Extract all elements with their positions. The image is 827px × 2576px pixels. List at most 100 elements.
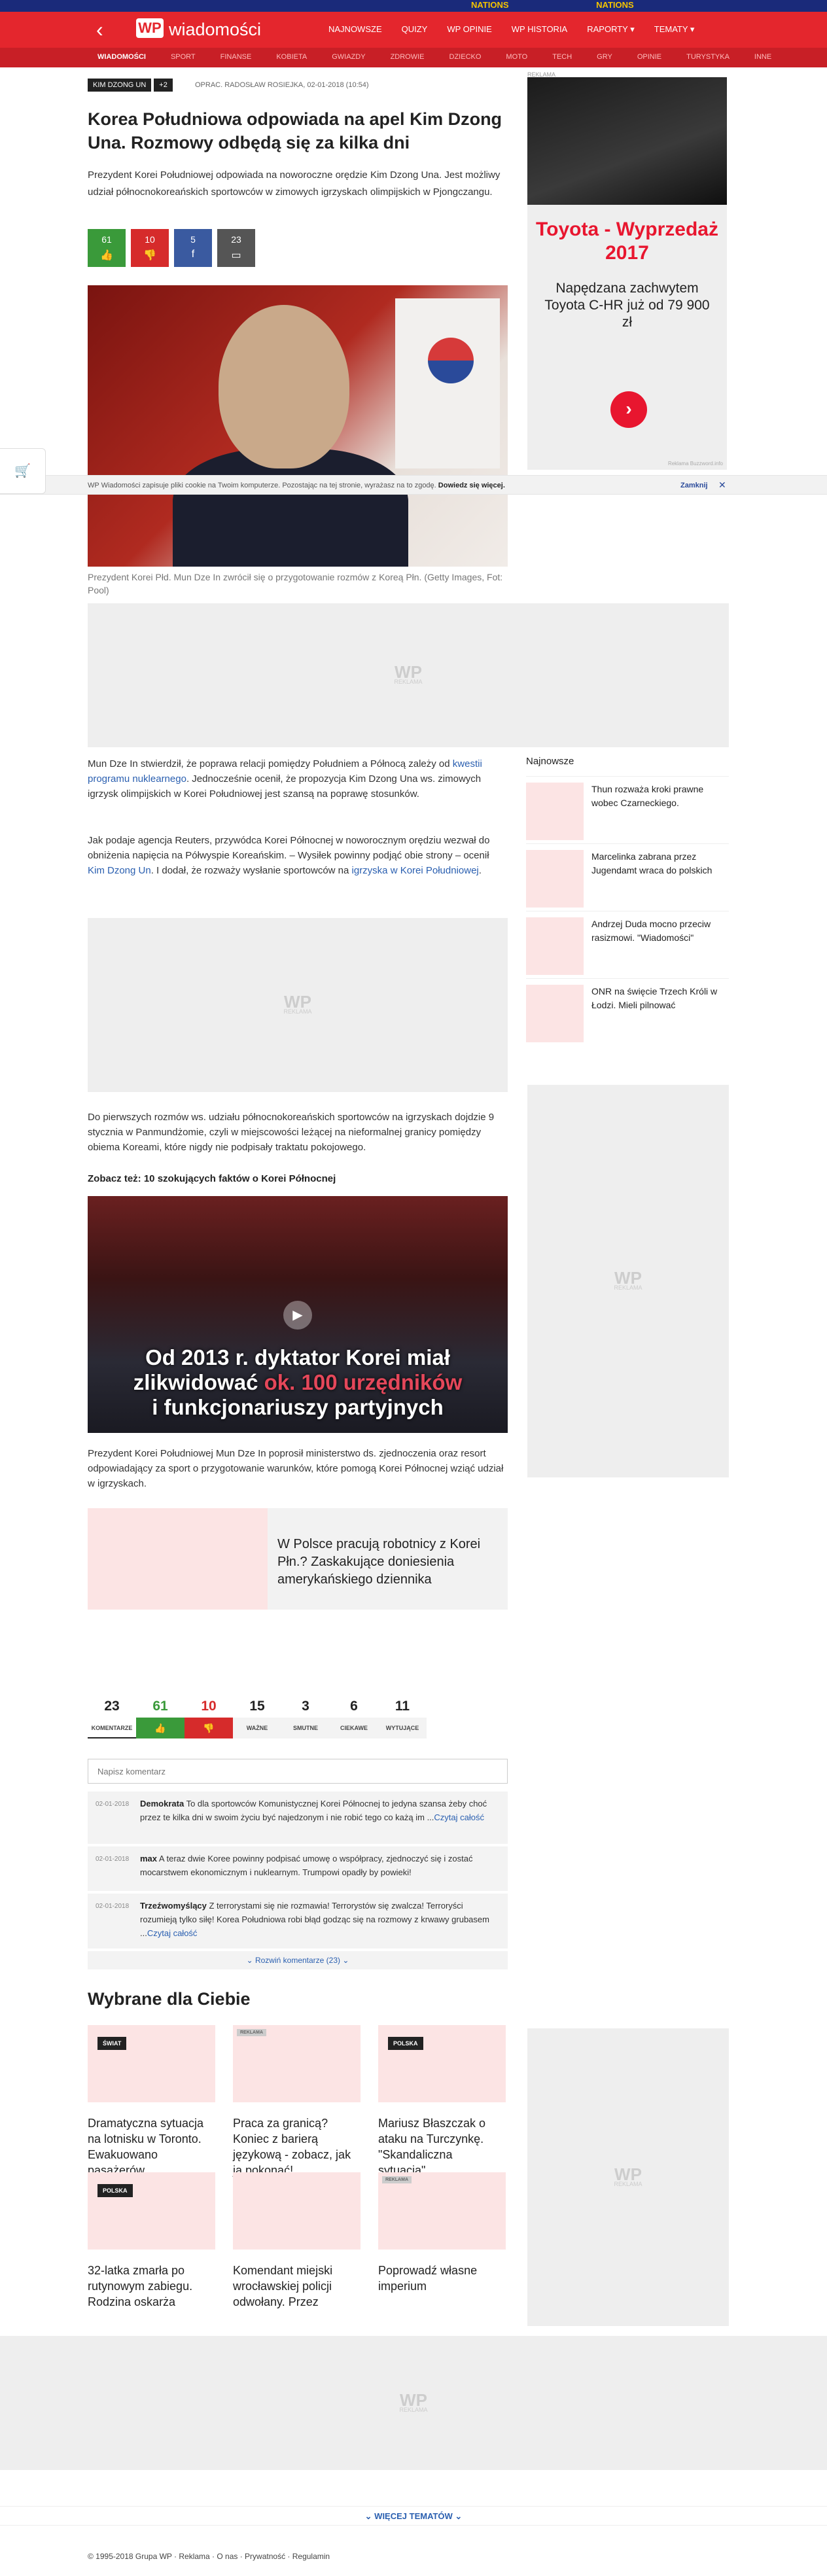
- latest-heading: Najnowsze: [526, 756, 574, 767]
- ad-placeholder[interactable]: WP REKLAMA: [88, 603, 729, 747]
- subnav-wiadomosci[interactable]: WIADOMOŚCI: [97, 53, 146, 61]
- subnav-sport[interactable]: SPORT: [171, 53, 196, 61]
- comment-author[interactable]: Trzeźwomyślący: [140, 1901, 207, 1911]
- recommended-card[interactable]: POLSKA Mariusz Błaszczak o ataku na Turcz…: [378, 2025, 506, 2178]
- like-button[interactable]: 61 👍: [88, 229, 126, 267]
- comment-item: 02-01-2018 Demokrata To dla sportowców K…: [88, 1791, 508, 1844]
- more-topics-button[interactable]: ⌄ WIĘCEJ TEMATÓW ⌄: [0, 2506, 827, 2526]
- stat-value: 3: [302, 1699, 309, 1714]
- share-count: 5: [190, 234, 196, 245]
- brand-name[interactable]: wiadomości: [169, 20, 261, 40]
- flag-graphic: [395, 298, 500, 468]
- reaction-wytujace[interactable]: 11 WYTUJĄCE: [378, 1698, 427, 1738]
- recommended-card[interactable]: REKLAMA Poprowadź własne imperium: [378, 2172, 506, 2294]
- cart-icon[interactable]: 🛒: [0, 448, 46, 494]
- ad-placeholder[interactable]: WP REKLAMA: [0, 2336, 827, 2470]
- link-kim-dzong-un[interactable]: Kim Dzong Un: [88, 865, 151, 876]
- article-thumbnail: ŚWIAT: [88, 2025, 215, 2102]
- nav-tematy[interactable]: TEMATY ▾: [654, 24, 695, 35]
- list-item[interactable]: Thun rozważa kroki prawne wobec Czarneck…: [526, 776, 729, 843]
- reaction-like[interactable]: 61 👍: [136, 1698, 185, 1738]
- wp-logo[interactable]: WP: [136, 18, 164, 38]
- ad-badge: REKLAMA: [382, 2176, 412, 2183]
- subnav-tech[interactable]: TECH: [552, 53, 572, 61]
- list-item[interactable]: Andrzej Duda mocno przeciw rasizmowi. "W…: [526, 911, 729, 978]
- article-meta: OPRAC. RADOSŁAW ROSIEJKA, 02-01-2018 (10…: [195, 81, 369, 89]
- related-article-card[interactable]: W Polsce pracują robotnicy z Korei Płn.?…: [88, 1508, 508, 1610]
- gallery-caption-highlight: ok. 100 urzędników: [264, 1370, 463, 1394]
- recommended-card[interactable]: POLSKA 32-latka zmarła po rutynowym zabie…: [88, 2172, 215, 2310]
- back-icon[interactable]: ‹: [96, 18, 103, 41]
- gallery-teaser[interactable]: ▶ Od 2013 r. dyktator Korei miał zlikwid…: [88, 1196, 508, 1433]
- stat-label: WAŻNE: [233, 1718, 281, 1738]
- stat-value: 61: [152, 1699, 168, 1714]
- subnav-zdrowie[interactable]: ZDROWIE: [391, 53, 425, 61]
- reaction-smutne[interactable]: 3 SMUTNE: [281, 1698, 330, 1738]
- list-item[interactable]: Marcelinka zabrana przez Jugendamt wraca…: [526, 843, 729, 911]
- nav-wp-historia[interactable]: WP HISTORIA: [512, 24, 567, 35]
- tag-more[interactable]: +2: [154, 79, 173, 92]
- cookie-text: WP Wiadomości zapisuje pliki cookie na T…: [88, 482, 505, 489]
- recommended-card[interactable]: Komendant miejski wrocławskiej policji o…: [233, 2172, 361, 2310]
- section-heading: Wybrane dla Ciebie: [88, 1989, 251, 2009]
- tab-comments[interactable]: 23 KOMENTARZE: [88, 1698, 136, 1738]
- read-more-link[interactable]: Czytaj całość: [147, 1928, 198, 1938]
- comment-author[interactable]: Demokrata: [140, 1799, 184, 1808]
- thumbs-up-icon: 👍: [100, 250, 113, 261]
- link-olympics[interactable]: igrzyska w Korei Południowej: [352, 865, 479, 876]
- tag-kim-dzong-un[interactable]: KIM DZONG UN: [88, 79, 152, 92]
- subnav-gry[interactable]: GRY: [597, 53, 612, 61]
- subnav-turystyka[interactable]: TURYSTYKA: [686, 53, 730, 61]
- nav-wp-opinie[interactable]: WP OPINIE: [447, 24, 491, 35]
- reaction-ciekawe[interactable]: 6 CIEKAWE: [330, 1698, 378, 1738]
- car-interior-image: [527, 77, 727, 205]
- card-title: 32-latka zmarła po rutynowym zabiegu. Ro…: [88, 2264, 193, 2308]
- see-also-link[interactable]: Zobacz też: 10 szokujących faktów o Kore…: [88, 1171, 506, 1186]
- ad-placeholder[interactable]: WP REKLAMA: [527, 1085, 729, 1477]
- footer-links[interactable]: © 1995-2018 Grupa WP · Reklama · O nas ·…: [88, 2552, 330, 2561]
- card-title: Komendant miejski wrocławskiej policji o…: [233, 2264, 333, 2308]
- nav-quizy[interactable]: QUIZY: [402, 24, 428, 35]
- arrow-right-icon[interactable]: ›: [610, 391, 647, 428]
- ad-placeholder[interactable]: WP REKLAMA: [88, 918, 508, 1092]
- facebook-share-button[interactable]: 5f: [174, 229, 212, 267]
- paragraph-text: . I dodał, że rozważy wysłanie sportowcó…: [150, 865, 352, 876]
- play-icon[interactable]: ▶: [283, 1301, 312, 1330]
- comments-button[interactable]: 23 ▭: [217, 229, 255, 267]
- comment-author[interactable]: max: [140, 1854, 157, 1863]
- nav-najnowsze[interactable]: NAJNOWSZE: [328, 24, 382, 35]
- comment-input[interactable]: [88, 1759, 508, 1784]
- recommended-card[interactable]: REKLAMA Praca za granicą? Koniec z barier…: [233, 2025, 361, 2178]
- subnav-dziecko[interactable]: DZIECKO: [449, 53, 482, 61]
- list-item[interactable]: ONR na święcie Trzech Króli w Łodzi. Mie…: [526, 978, 729, 1046]
- expand-comments-button[interactable]: ⌄ Rozwiń komentarze (23) ⌄: [88, 1951, 508, 1969]
- ad-headline: Toyota - Wyprzedaż 2017: [536, 219, 718, 264]
- stat-label: WYTUJĄCE: [378, 1718, 427, 1738]
- subnav-inne[interactable]: INNE: [754, 53, 771, 61]
- subnav-moto[interactable]: MOTO: [506, 53, 527, 61]
- dislike-button[interactable]: 10 👎: [131, 229, 169, 267]
- cookie-close-button[interactable]: Zamknij: [680, 482, 708, 489]
- read-more-link[interactable]: Czytaj całość: [434, 1812, 484, 1822]
- subnav-opinie[interactable]: OPINIE: [637, 53, 661, 61]
- ad-placeholder[interactable]: WP REKLAMA: [527, 2028, 729, 2326]
- comment-item: 02-01-2018 Trzeźwomyślący Z terrorystami…: [88, 1894, 508, 1949]
- recommended-card[interactable]: ŚWIAT Dramatyczna sytuacja na lotnisku w …: [88, 2025, 215, 2178]
- stat-value: 23: [104, 1699, 120, 1714]
- article-thumbnail: [526, 917, 584, 975]
- subnav-finanse[interactable]: FINANSE: [220, 53, 252, 61]
- nav-raporty[interactable]: RAPORTY ▾: [587, 24, 635, 35]
- dislike-count: 10: [145, 234, 155, 245]
- comment-text: A teraz dwie Koree powinny podpisać umow…: [140, 1854, 473, 1877]
- reaction-wazne[interactable]: 15 WAŻNE: [233, 1698, 281, 1738]
- paragraph-text: .: [478, 865, 482, 876]
- paragraph: Jak podaje agencja Reuters, przywódca Ko…: [88, 833, 506, 878]
- cookie-learn-more[interactable]: Dowiedz się więcej.: [438, 482, 505, 489]
- subnav-kobieta[interactable]: KOBIETA: [276, 53, 307, 61]
- article-thumbnail: [526, 783, 584, 840]
- subnav-gwiazdy[interactable]: GWIAZDY: [332, 53, 365, 61]
- close-icon[interactable]: ✕: [718, 480, 726, 491]
- toyota-ad[interactable]: Toyota - Wyprzedaż 2017 Napędzana zachwy…: [527, 77, 727, 470]
- reaction-dislike[interactable]: 10 👎: [185, 1698, 233, 1738]
- top-banner-ad[interactable]: NATIONS NATIONS: [0, 0, 827, 12]
